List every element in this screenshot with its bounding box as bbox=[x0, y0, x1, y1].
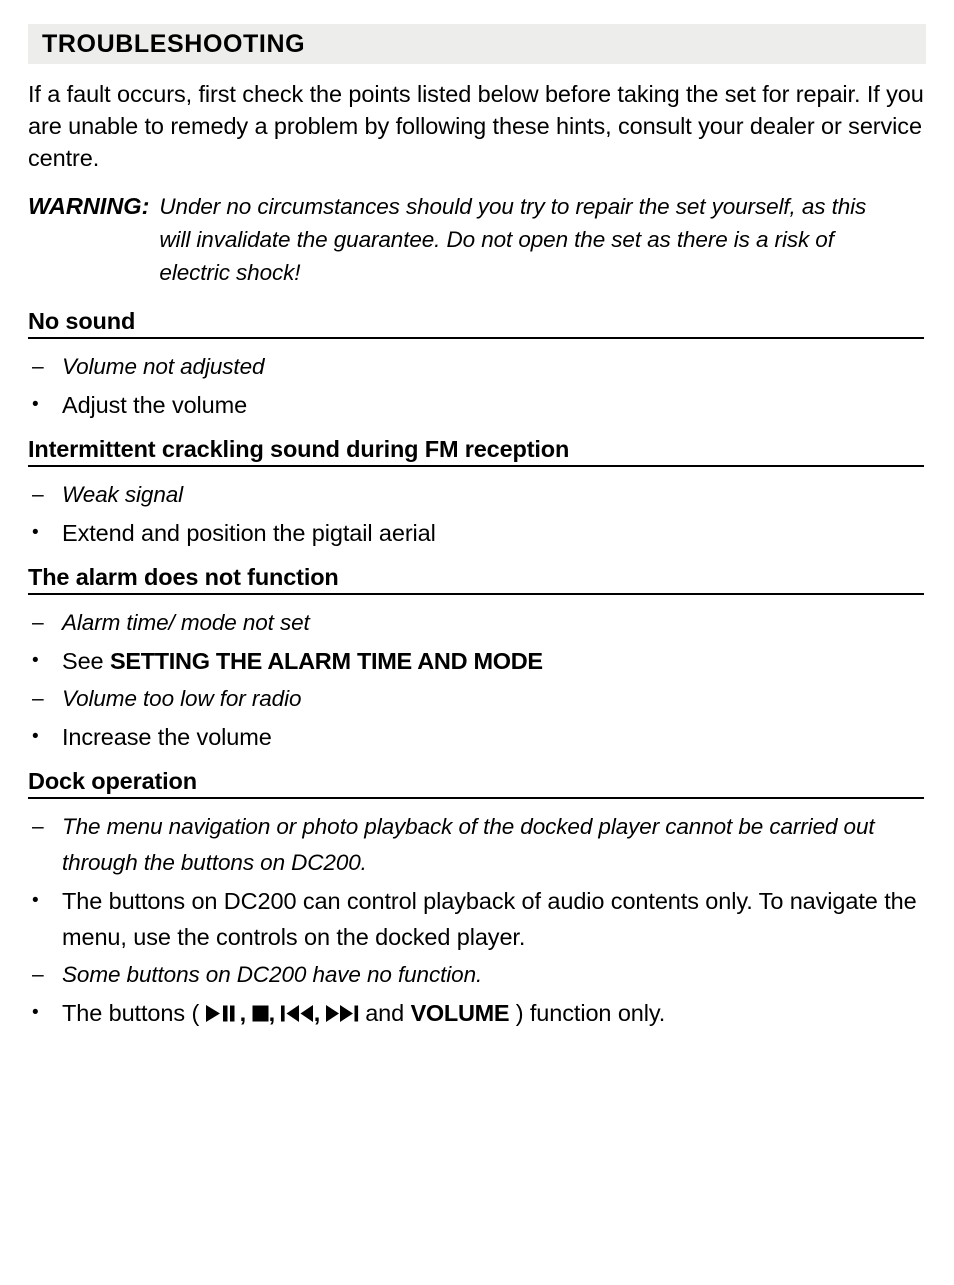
document-page: TROUBLESHOOTING If a fault occurs, first… bbox=[28, 24, 926, 1043]
dash-marker: – bbox=[32, 963, 44, 986]
list-item: • The buttons ( , , , and VOLUME ) funct… bbox=[28, 995, 926, 1031]
volume-reference: VOLUME bbox=[410, 1000, 510, 1026]
list-item: – Volume not adjusted bbox=[28, 349, 926, 385]
intro-paragraph: If a fault occurs, first check the point… bbox=[28, 81, 924, 171]
section-heading: The alarm does not function bbox=[28, 563, 924, 595]
bullet-marker: • bbox=[32, 1002, 39, 1023]
list-item: – Volume too low for radio bbox=[28, 681, 926, 717]
dash-marker: – bbox=[32, 483, 44, 506]
glyph-separator-3: , bbox=[313, 1000, 326, 1026]
bullet-marker: • bbox=[32, 726, 39, 747]
previous-track-icon bbox=[280, 1005, 314, 1022]
bullet-marker: • bbox=[32, 394, 39, 415]
section-heading: No sound bbox=[28, 307, 924, 339]
warning-block: WARNING: Under no circumstances should y… bbox=[28, 190, 926, 289]
list-item-buttons-line: The buttons ( , , , and VOLUME ) functio… bbox=[62, 995, 924, 1031]
warning-label: WARNING: bbox=[28, 193, 150, 219]
glyph-separator-1: , bbox=[239, 1000, 252, 1026]
buttons-line-prefix: The buttons ( bbox=[62, 1000, 206, 1026]
section-items: – Volume not adjusted • Adjust the volum… bbox=[28, 349, 926, 423]
dash-marker: – bbox=[32, 687, 44, 710]
transport-control-glyphs: , , , bbox=[205, 1000, 359, 1026]
buttons-line-suffix: ) function only. bbox=[509, 1000, 666, 1026]
buttons-line-middle: and bbox=[358, 1000, 411, 1026]
list-item-cross-reference: See SETTING THE ALARM TIME AND MODE bbox=[62, 643, 924, 679]
play-pause-icon bbox=[205, 1005, 240, 1022]
list-item-label: Alarm time/ mode not set bbox=[62, 610, 310, 635]
list-item: • Adjust the volume bbox=[28, 387, 926, 423]
cross-reference-prefix: See bbox=[62, 648, 110, 674]
bullet-marker: • bbox=[32, 522, 39, 543]
warning-body: Under no circumstances should you try to… bbox=[159, 194, 867, 285]
list-item-label: The menu navigation or photo playback of… bbox=[62, 814, 875, 875]
dash-marker: – bbox=[32, 355, 44, 378]
stop-icon bbox=[252, 1005, 269, 1022]
section-fm-reception: Intermittent crackling sound during FM r… bbox=[28, 435, 926, 551]
list-item: • Extend and position the pigtail aerial bbox=[28, 515, 926, 551]
glyph-separator-2: , bbox=[268, 1000, 281, 1026]
list-item: – Some buttons on DC200 have no function… bbox=[28, 957, 926, 993]
section-heading: Dock operation bbox=[28, 767, 924, 799]
list-item-label: Volume not adjusted bbox=[62, 354, 265, 379]
cross-reference-target: SETTING THE ALARM TIME AND MODE bbox=[109, 648, 543, 674]
list-item-label: The buttons on DC200 can control playbac… bbox=[62, 888, 917, 950]
list-item-label: Increase the volume bbox=[62, 724, 272, 750]
list-item: • Increase the volume bbox=[28, 719, 926, 755]
section-no-sound: No sound – Volume not adjusted • Adjust … bbox=[28, 307, 926, 423]
list-item-label: Volume too low for radio bbox=[62, 686, 302, 711]
list-item: – Alarm time/ mode not set bbox=[28, 605, 926, 641]
list-item: – The menu navigation or photo playback … bbox=[28, 809, 926, 881]
list-item-label: Some buttons on DC200 have no function. bbox=[62, 962, 483, 987]
section-dock-operation: Dock operation – The menu navigation or … bbox=[28, 767, 926, 1031]
list-item: • See SETTING THE ALARM TIME AND MODE bbox=[28, 643, 926, 679]
list-item-label: Extend and position the pigtail aerial bbox=[62, 520, 436, 546]
section-items: – Alarm time/ mode not set • See SETTING… bbox=[28, 605, 926, 755]
list-item-label: Adjust the volume bbox=[62, 392, 248, 418]
list-item: – Weak signal bbox=[28, 477, 926, 513]
bullet-marker: • bbox=[32, 650, 39, 671]
next-track-icon bbox=[325, 1005, 359, 1022]
list-item-label: Weak signal bbox=[62, 482, 184, 507]
bullet-marker: • bbox=[32, 890, 39, 911]
section-alarm: The alarm does not function – Alarm time… bbox=[28, 563, 926, 755]
dash-marker: – bbox=[32, 611, 44, 634]
dash-marker: – bbox=[32, 815, 44, 838]
page-title: TROUBLESHOOTING bbox=[42, 29, 306, 58]
section-items: – The menu navigation or photo playback … bbox=[28, 809, 926, 1031]
page-title-band: TROUBLESHOOTING bbox=[28, 24, 926, 64]
list-item: • The buttons on DC200 can control playb… bbox=[28, 883, 926, 955]
section-heading: Intermittent crackling sound during FM r… bbox=[28, 435, 924, 467]
section-items: – Weak signal • Extend and position the … bbox=[28, 477, 926, 551]
